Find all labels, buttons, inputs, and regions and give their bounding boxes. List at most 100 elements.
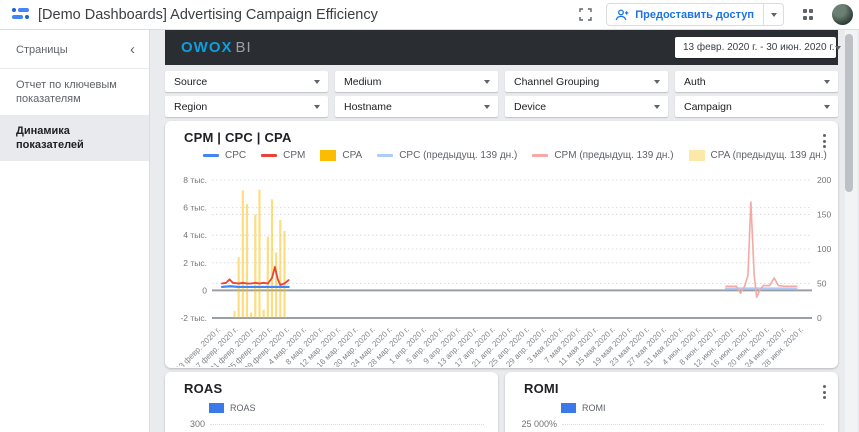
legend-swatch — [532, 154, 549, 157]
share-access-label: Предоставить доступ — [635, 8, 754, 21]
svg-text:50: 50 — [817, 279, 827, 289]
app-window: [Demo Dashboards] Advertising Campaign E… — [0, 0, 859, 432]
svg-text:-2 тыс.: -2 тыс. — [180, 313, 207, 323]
filter-label: Campaign — [684, 100, 732, 113]
share-options-dropdown[interactable] — [763, 4, 783, 25]
report-canvas: OWOX BI 13 февр. 2020 г. - 30 июн. 2020 … — [150, 30, 859, 432]
chevron-down-icon — [654, 104, 660, 109]
legend-swatch — [377, 154, 394, 157]
filter-source[interactable]: Source — [165, 71, 328, 92]
filter-label: Region — [174, 100, 208, 113]
gridlines — [212, 179, 812, 319]
legend-item: CPM — [261, 150, 305, 161]
sidebar-item-metrics-dynamics[interactable]: Динамика показателей — [0, 115, 149, 161]
filter-hostname[interactable]: Hostname — [335, 96, 498, 117]
filter-label: Medium — [344, 75, 382, 88]
filter-device[interactable]: Device — [505, 96, 668, 117]
filter-row-1: Source Medium Channel Grouping Auth — [165, 71, 838, 92]
cpm-cpc-cpa-chart[interactable]: 8 тыс. 6 тыс. 4 тыс. 2 тыс. 0 -2 тыс. 200 150 10… — [165, 167, 838, 367]
svg-text:100: 100 — [817, 244, 831, 254]
legend-label: CPM (предыдущ. 139 дн.) — [554, 150, 674, 161]
person-add-icon — [615, 8, 629, 20]
sidebar-collapse-icon[interactable]: ‹ — [130, 42, 135, 57]
chevron-down-icon — [314, 104, 320, 109]
svg-text:200: 200 — [817, 175, 831, 185]
filter-auth[interactable]: Auth — [675, 71, 838, 92]
data-studio-logo-icon — [12, 8, 29, 21]
topbar-actions: Предоставить доступ — [574, 3, 853, 26]
top-app-bar: [Demo Dashboards] Advertising Campaign E… — [0, 0, 859, 30]
legend-swatch — [688, 150, 705, 161]
legend-item: CPA (предыдущ. 139 дн.) — [688, 150, 827, 161]
filter-channel-grouping[interactable]: Channel Grouping — [505, 71, 668, 92]
chevron-down-icon — [824, 104, 830, 109]
roas-title: ROAS — [184, 381, 223, 396]
sidebar-header: Страницы ‹ — [0, 30, 149, 68]
chevron-down-icon — [314, 79, 320, 84]
svg-text:0: 0 — [202, 285, 207, 295]
legend-item: CPC — [203, 150, 246, 161]
chevron-down-icon — [770, 12, 777, 17]
report-title: [Demo Dashboards] Advertising Campaign E… — [38, 6, 378, 23]
svg-text:8 тыс.: 8 тыс. — [183, 175, 207, 185]
filter-controls: Source Medium Channel Grouping Auth Region H… — [165, 71, 838, 121]
filter-label: Auth — [684, 75, 706, 88]
legend-swatch — [320, 150, 337, 161]
filter-medium[interactable]: Medium — [335, 71, 498, 92]
legend-label: CPC — [225, 150, 247, 161]
right-axis-labels: 200 150 100 50 0 — [817, 175, 831, 323]
google-apps-icon[interactable] — [797, 4, 819, 26]
chevron-down-icon — [484, 104, 490, 109]
legend-item: CPC (предыдущ. 139 дн.) — [377, 150, 517, 161]
chart-menu-kebab-icon[interactable] — [823, 133, 826, 149]
romi-legend-label: ROMI — [582, 403, 606, 413]
chart-legend: CPC CPM CPA CPC (предыдущ. 139 дн.) CPM (пре… — [203, 150, 827, 161]
filter-campaign[interactable]: Campaign — [675, 96, 838, 117]
svg-text:0: 0 — [817, 313, 822, 323]
svg-text:150: 150 — [817, 210, 831, 220]
romi-axis-row: 25 000% — [505, 419, 824, 429]
share-access-button[interactable]: Предоставить доступ — [606, 3, 784, 26]
date-range-value: 13 февр. 2020 г. - 30 июн. 2020 г. — [683, 42, 835, 53]
pages-sidebar: Страницы ‹ Отчет по ключевым показателям… — [0, 30, 150, 432]
romi-title: ROMI — [524, 381, 559, 396]
legend-swatch — [261, 154, 278, 157]
left-axis-labels: 8 тыс. 6 тыс. 4 тыс. 2 тыс. 0 -2 тыс. — [180, 175, 207, 323]
date-range-picker[interactable]: 13 февр. 2020 г. - 30 июн. 2020 г. — [675, 37, 841, 58]
romi-menu-kebab-icon[interactable] — [823, 384, 826, 400]
line-cpc — [220, 285, 290, 289]
svg-text:2 тыс.: 2 тыс. — [183, 258, 207, 268]
page-scrollbar — [845, 30, 857, 432]
svg-text:6 тыс.: 6 тыс. — [183, 203, 207, 213]
romi-card: ROMI ROMI 25 000% — [505, 372, 838, 432]
chevron-down-icon — [654, 79, 660, 84]
filter-region[interactable]: Region — [165, 96, 328, 117]
chart-title: CPM | CPC | CPA — [184, 130, 292, 145]
page-scrollbar-thumb[interactable] — [845, 34, 853, 192]
filter-label: Device — [514, 100, 547, 113]
filter-row-2: Region Hostname Device Campaign — [165, 96, 838, 117]
user-avatar[interactable] — [832, 4, 853, 25]
share-access-main[interactable]: Предоставить доступ — [607, 4, 763, 25]
filter-label: Channel Grouping — [514, 75, 600, 88]
owox-bi-logo-suffix: BI — [235, 39, 252, 56]
fullscreen-icon[interactable] — [574, 4, 596, 26]
legend-label: CPM — [283, 150, 306, 161]
legend-label: CPC (предыдущ. 139 дн.) — [399, 150, 518, 161]
filter-label: Hostname — [344, 100, 392, 113]
svg-text:4 тыс.: 4 тыс. — [183, 230, 207, 240]
roas-axis-row: 300 — [165, 419, 484, 429]
roas-card: ROAS ROAS 300 — [165, 372, 498, 432]
roas-legend-label: ROAS — [230, 403, 256, 413]
roas-axis-tick: 300 — [189, 419, 205, 429]
filter-label: Source — [174, 75, 208, 88]
cpm-cpc-cpa-card: CPM | CPC | CPA CPC CPM CPA CPC (предыдущ. … — [165, 121, 838, 368]
apps-grid-glyph — [802, 9, 814, 20]
sidebar-item-key-metrics-report[interactable]: Отчет по ключевым показателям — [0, 69, 149, 115]
romi-axis-tick: 25 000% — [521, 419, 557, 429]
romi-legend-swatch — [561, 403, 576, 413]
sidebar-title: Страницы — [16, 44, 68, 56]
legend-swatch — [203, 154, 219, 157]
chevron-down-icon — [834, 45, 841, 50]
legend-item: CPM (предыдущ. 139 дн.) — [532, 150, 674, 161]
